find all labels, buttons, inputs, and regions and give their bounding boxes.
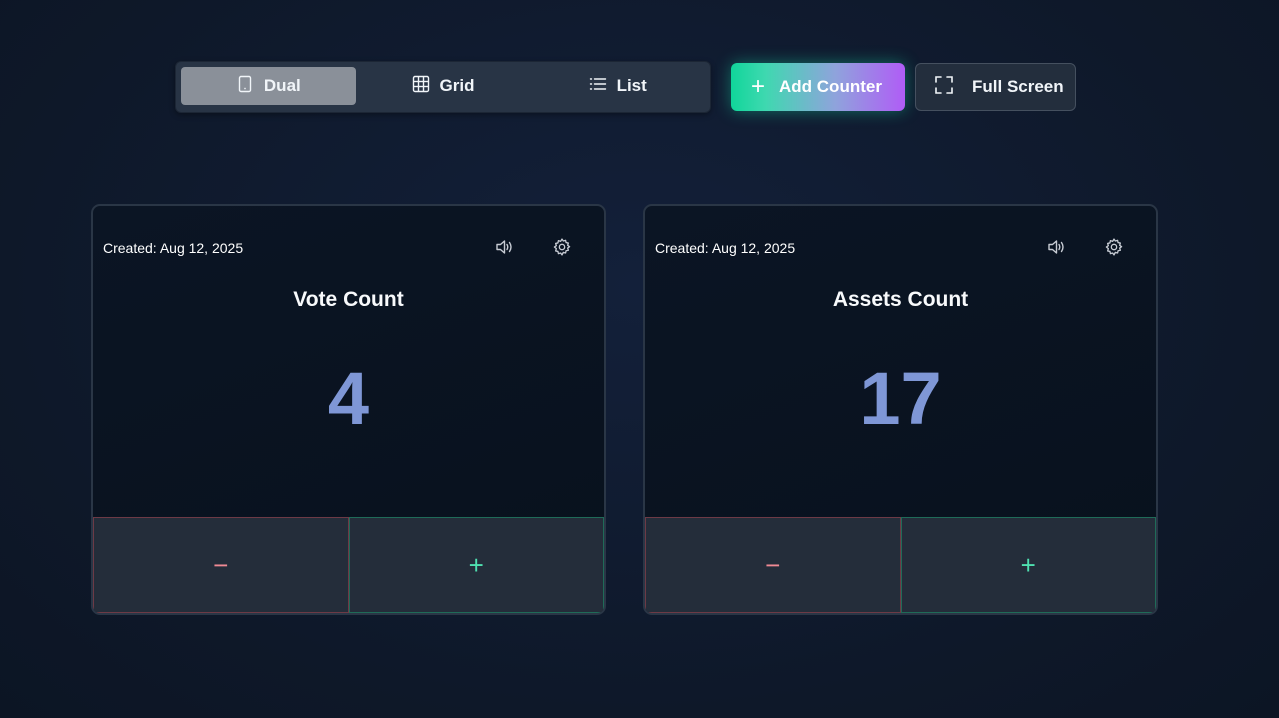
view-mode-switch: Dual Grid List — [175, 61, 711, 113]
view-dual-label: Dual — [263, 76, 301, 95]
view-list-button[interactable]: List — [530, 67, 705, 105]
gear-icon[interactable] — [551, 236, 573, 258]
decrement-button[interactable]: − — [645, 517, 901, 613]
view-list-label: List — [616, 76, 647, 95]
counter-title: Assets Count — [832, 288, 969, 311]
speaker-icon[interactable] — [493, 236, 515, 258]
fullscreen-icon — [934, 75, 954, 100]
counter-controls: − + — [645, 517, 1156, 613]
view-grid-button[interactable]: Grid — [356, 67, 531, 105]
view-grid-label: Grid — [439, 76, 475, 95]
gear-icon[interactable] — [1103, 236, 1125, 258]
created-date: Created: Aug 12, 2025 — [655, 240, 796, 256]
counter-value: 4 — [327, 357, 370, 440]
counter-card-assets-count: Created: Aug 12, 2025 Assets Count 17 − … — [643, 204, 1158, 615]
increment-button[interactable]: + — [900, 517, 1156, 613]
tablet-icon — [236, 75, 254, 98]
plus-icon: + — [751, 73, 766, 100]
decrement-button[interactable]: − — [93, 517, 349, 613]
view-dual-button[interactable]: Dual — [181, 67, 356, 105]
increment-button[interactable]: + — [348, 517, 604, 613]
created-date: Created: Aug 12, 2025 — [103, 240, 244, 256]
add-counter-label: Add Counter — [779, 77, 882, 96]
add-counter-button[interactable]: + Add Counter — [731, 63, 905, 111]
counter-value: 17 — [859, 357, 942, 440]
counter-title: Vote Count — [293, 288, 404, 311]
speaker-icon[interactable] — [1045, 236, 1067, 258]
list-icon — [589, 75, 607, 98]
counter-controls: − + — [93, 517, 604, 613]
full-screen-label: Full Screen — [972, 77, 1064, 96]
counter-card-vote-count: Created: Aug 12, 2025 Vote Count 4 − + — [91, 204, 606, 615]
full-screen-button[interactable]: Full Screen — [915, 63, 1076, 111]
grid-icon — [412, 75, 430, 98]
